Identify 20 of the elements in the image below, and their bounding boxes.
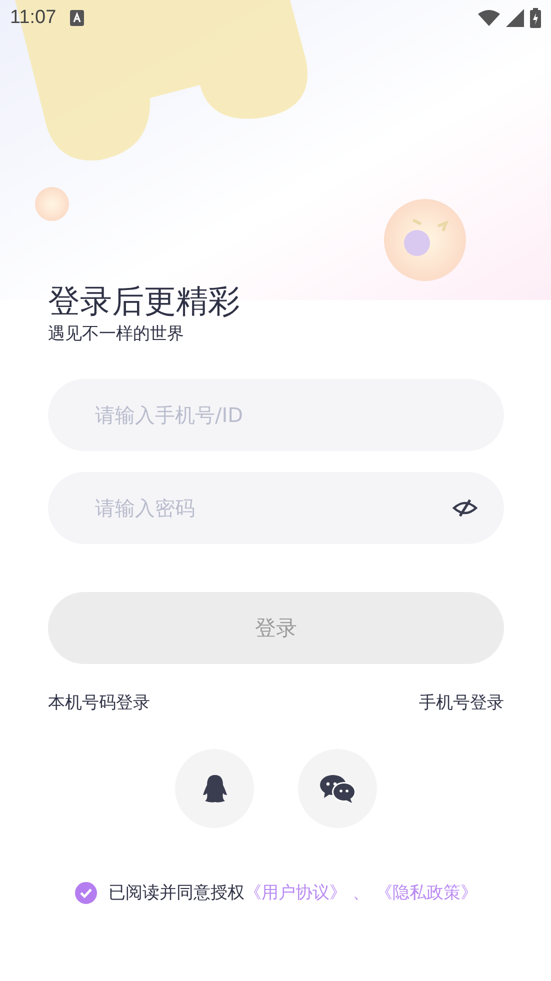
- alt-login-link[interactable]: 本机号码登录: [48, 692, 150, 714]
- page-title: 登录后更精彩: [48, 281, 240, 321]
- keyboard-icon: [70, 10, 84, 26]
- status-time: 11:07: [10, 7, 56, 29]
- password-input-field[interactable]: 请输入密码: [48, 472, 504, 544]
- phone-input-field[interactable]: 请输入手机号/ID: [48, 379, 504, 451]
- separator-text: 、: [352, 882, 370, 904]
- policy-link[interactable]: 《用户协议》: [244, 881, 346, 904]
- battery-icon: [530, 8, 541, 28]
- agree-checkbox[interactable]: [74, 882, 96, 904]
- chat-bubbles-icon: [320, 774, 356, 802]
- signal-icon: [506, 9, 524, 27]
- policy-link[interactable]: 《隐私政策》: [376, 881, 478, 904]
- alt-login-link[interactable]: 手机号登录: [419, 692, 504, 714]
- checkmark-icon: [80, 888, 92, 898]
- wifi-icon: [478, 10, 500, 26]
- page-subtitle: 遇见不一样的世界: [48, 323, 184, 345]
- penguin-icon: [202, 774, 226, 802]
- agreement-text: 已阅读并同意授权: [108, 882, 244, 904]
- eye-off-icon[interactable]: [452, 499, 478, 517]
